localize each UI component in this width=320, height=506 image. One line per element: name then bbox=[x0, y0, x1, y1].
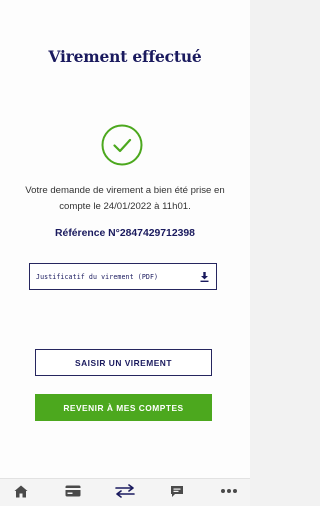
page-title: Virement effectué bbox=[48, 47, 202, 66]
message-icon bbox=[171, 485, 183, 497]
nav-item-transfers[interactable] bbox=[114, 481, 136, 501]
bottom-navigation bbox=[0, 478, 250, 506]
transfer-arrows-icon bbox=[115, 484, 135, 498]
receipt-download-button[interactable]: Justificatif du virement (PDF) bbox=[29, 263, 217, 290]
nav-item-messages[interactable] bbox=[166, 481, 188, 501]
nav-item-more[interactable] bbox=[218, 481, 240, 501]
card-icon bbox=[65, 485, 81, 497]
home-icon bbox=[14, 485, 28, 497]
transfer-reference: Référence N°2847429712398 bbox=[55, 228, 195, 239]
nav-item-home[interactable] bbox=[10, 481, 32, 501]
check-circle-icon bbox=[101, 124, 143, 166]
receipt-download-label: Justificatif du virement (PDF) bbox=[36, 272, 159, 281]
confirmation-message: Votre demande de virement a bien été pri… bbox=[25, 185, 225, 212]
back-to-accounts-button[interactable]: REVENIR À MES COMPTES bbox=[35, 394, 212, 421]
more-dots-icon bbox=[221, 489, 237, 493]
nav-item-cards[interactable] bbox=[62, 481, 84, 501]
new-transfer-button[interactable]: SAISIR UN VIREMENT bbox=[35, 349, 212, 376]
download-icon bbox=[200, 271, 209, 282]
transfer-confirmation-screen: Virement effectué Votre demande de virem… bbox=[0, 0, 250, 506]
